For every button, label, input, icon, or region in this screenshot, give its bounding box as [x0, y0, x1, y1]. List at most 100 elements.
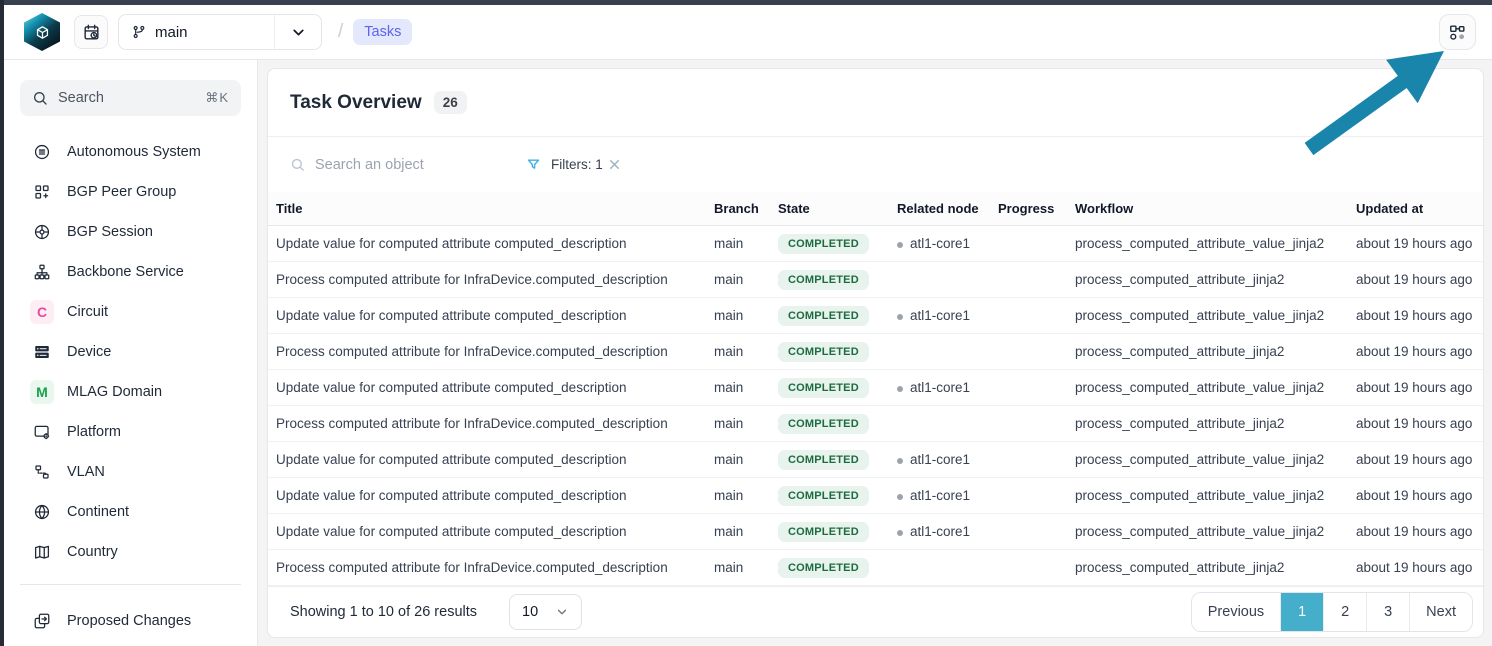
object-search-placeholder: Search an object: [315, 157, 424, 173]
sidebar-item-device[interactable]: Device: [20, 332, 241, 372]
object-search-input[interactable]: Search an object: [290, 157, 500, 173]
related-node-label[interactable]: atl1-core1: [910, 524, 970, 539]
related-node-label[interactable]: atl1-core1: [910, 308, 970, 323]
column-header: Progress: [990, 192, 1067, 226]
sidebar-item-vlan[interactable]: VLAN: [20, 452, 241, 492]
task-state: COMPLETED: [770, 514, 889, 550]
node-dot-icon: [897, 386, 903, 392]
pagination: Previous123Next: [1191, 592, 1473, 632]
app-logo[interactable]: [24, 13, 60, 51]
sidebar-item-proposed-changes[interactable]: Proposed Changes: [20, 601, 241, 641]
task-workflow: process_computed_attribute_jinja2: [1067, 262, 1348, 298]
related-node-label[interactable]: atl1-core1: [910, 488, 970, 503]
table-row[interactable]: Process computed attribute for InfraDevi…: [268, 550, 1483, 586]
sidebar-item-object-management[interactable]: Object Management: [20, 641, 241, 646]
sidebar-item-country[interactable]: Country: [20, 532, 241, 572]
pagination-next[interactable]: Next: [1409, 593, 1472, 631]
filters-button[interactable]: Filters: 1: [526, 157, 603, 172]
sidebar: Search ⌘K Autonomous System BGP Peer Grou…: [4, 60, 258, 646]
task-related-node: atl1-core1: [889, 478, 990, 514]
table-row[interactable]: Update value for computed attribute comp…: [268, 442, 1483, 478]
sidebar-search[interactable]: Search ⌘K: [20, 80, 241, 116]
task-workflow: process_computed_attribute_value_jinja2: [1067, 442, 1348, 478]
sidebar-item-mlag-domain[interactable]: MMLAG Domain: [20, 372, 241, 412]
task-state: COMPLETED: [770, 550, 889, 586]
state-badge: COMPLETED: [778, 234, 869, 254]
related-node-label[interactable]: atl1-core1: [910, 452, 970, 467]
task-state: COMPLETED: [770, 370, 889, 406]
pagination-2[interactable]: 2: [1323, 593, 1366, 631]
chevron-down-icon: [555, 605, 569, 619]
sidebar-item-label: Circuit: [67, 304, 108, 320]
sidebar-item-label: Platform: [67, 424, 121, 440]
task-progress: [990, 550, 1067, 586]
task-progress: [990, 298, 1067, 334]
sidebar-item-circuit[interactable]: CCircuit: [20, 292, 241, 332]
pagination-1[interactable]: 1: [1280, 593, 1323, 631]
schema-visualizer-button[interactable]: [1439, 14, 1476, 50]
search-icon: [32, 90, 48, 106]
task-related-node: atl1-core1: [889, 370, 990, 406]
backbone-service-icon: [30, 260, 54, 284]
task-related-node: atl1-core1: [889, 298, 990, 334]
sidebar-item-label: Proposed Changes: [67, 613, 191, 629]
task-related-node: [889, 550, 990, 586]
sidebar-item-backbone-service[interactable]: Backbone Service: [20, 252, 241, 292]
sidebar-item-continent[interactable]: Continent: [20, 492, 241, 532]
table-footer: Showing 1 to 10 of 26 results 10 Previou…: [268, 586, 1483, 637]
task-updated-at: about 19 hours ago: [1348, 262, 1483, 298]
branch-selector[interactable]: main: [118, 14, 322, 50]
git-branch-icon: [131, 24, 147, 40]
task-title: Update value for computed attribute comp…: [268, 226, 706, 262]
node-dot-icon: [897, 530, 903, 536]
sidebar-item-label: MLAG Domain: [67, 384, 162, 400]
clear-filters-button[interactable]: [607, 157, 622, 172]
related-node-label[interactable]: atl1-core1: [910, 380, 970, 395]
branch-selector-caret[interactable]: [274, 15, 321, 49]
proposed-changes-icon: [30, 609, 54, 633]
table-row[interactable]: Update value for computed attribute comp…: [268, 298, 1483, 334]
breadcrumb-current-tasks[interactable]: Tasks: [353, 19, 412, 45]
task-title: Update value for computed attribute comp…: [268, 298, 706, 334]
table-row[interactable]: Update value for computed attribute comp…: [268, 478, 1483, 514]
sidebar-item-autonomous-system[interactable]: Autonomous System: [20, 132, 241, 172]
task-workflow: process_computed_attribute_value_jinja2: [1067, 478, 1348, 514]
table-row[interactable]: Update value for computed attribute comp…: [268, 370, 1483, 406]
table-toolbar: Search an object Filters: 1: [268, 137, 1483, 192]
platform-icon: [30, 420, 54, 444]
task-progress: [990, 478, 1067, 514]
task-progress: [990, 442, 1067, 478]
task-title: Update value for computed attribute comp…: [268, 514, 706, 550]
sidebar-item-label: Autonomous System: [67, 144, 201, 160]
task-workflow: process_computed_attribute_value_jinja2: [1067, 226, 1348, 262]
table-row[interactable]: Update value for computed attribute comp…: [268, 514, 1483, 550]
task-related-node: atl1-core1: [889, 514, 990, 550]
table-row[interactable]: Process computed attribute for InfraDevi…: [268, 334, 1483, 370]
pagination-previous[interactable]: Previous: [1192, 593, 1280, 631]
table-row[interactable]: Process computed attribute for InfraDevi…: [268, 406, 1483, 442]
time-travel-button[interactable]: [74, 15, 108, 49]
related-node-label[interactable]: atl1-core1: [910, 236, 970, 251]
window-frame-left: [0, 0, 4, 646]
state-badge: COMPLETED: [778, 414, 869, 434]
column-header: State: [770, 192, 889, 226]
task-title: Process computed attribute for InfraDevi…: [268, 334, 706, 370]
filter-funnel-icon: [526, 157, 541, 172]
sidebar-item-platform[interactable]: Platform: [20, 412, 241, 452]
sidebar-item-bgp-peer-group[interactable]: BGP Peer Group: [20, 172, 241, 212]
table-row[interactable]: Update value for computed attribute comp…: [268, 226, 1483, 262]
page-title: Task Overview: [290, 92, 422, 114]
sidebar-item-label: Backbone Service: [67, 264, 184, 280]
sidebar-item-bgp-session[interactable]: BGP Session: [20, 212, 241, 252]
task-title: Update value for computed attribute comp…: [268, 370, 706, 406]
task-related-node: [889, 406, 990, 442]
table-row[interactable]: Process computed attribute for InfraDevi…: [268, 262, 1483, 298]
sidebar-item-label: BGP Peer Group: [67, 184, 176, 200]
pagination-3[interactable]: 3: [1366, 593, 1409, 631]
task-branch: main: [706, 226, 770, 262]
page-size-select[interactable]: 10: [509, 594, 582, 630]
task-workflow: process_computed_attribute_value_jinja2: [1067, 370, 1348, 406]
task-title: Update value for computed attribute comp…: [268, 442, 706, 478]
sidebar-item-label: Continent: [67, 504, 129, 520]
task-workflow: process_computed_attribute_jinja2: [1067, 334, 1348, 370]
